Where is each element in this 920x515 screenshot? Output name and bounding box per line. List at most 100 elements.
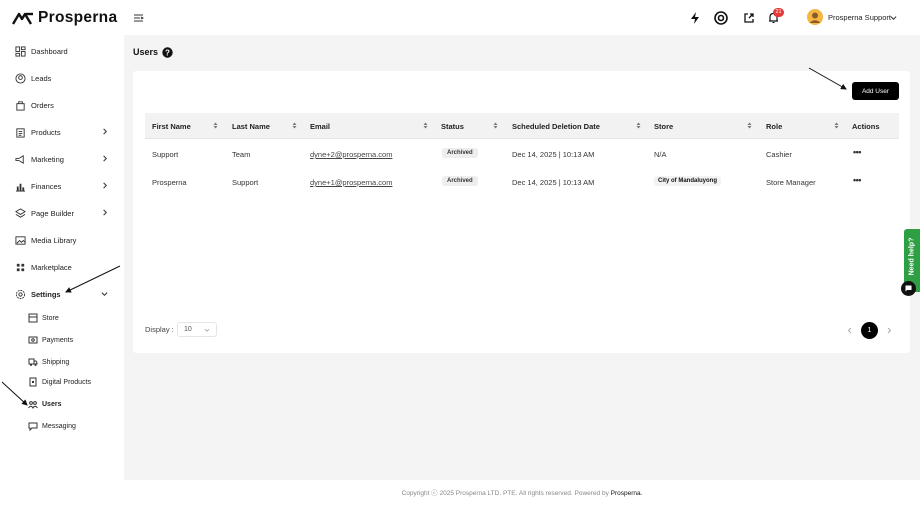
sidebar-subitem-label: Shipping	[42, 358, 70, 366]
users-group-icon	[28, 401, 38, 409]
cell-last-name: Support	[232, 178, 259, 187]
chevron-right-icon	[103, 155, 107, 162]
image-icon	[15, 235, 26, 245]
bar-chart-icon	[15, 183, 26, 192]
sidebar-item-label: Leads	[31, 73, 52, 83]
footer-copyright: Copyright ⓒ 2025 Prosperna LTD. PTE. All…	[401, 490, 611, 497]
sidebar-item-media-library[interactable]: Media Library	[15, 233, 76, 247]
column-header-store[interactable]: Store	[654, 122, 673, 131]
cell-first-name: Support	[152, 150, 179, 159]
user-circle-icon	[15, 72, 26, 84]
column-header-status[interactable]: Status	[441, 122, 464, 131]
sidebar-item-label: Marketplace	[31, 262, 72, 272]
lightning-icon[interactable]	[690, 12, 700, 24]
clipboard-icon	[16, 127, 25, 138]
column-header-actions: Actions	[852, 122, 880, 131]
store-badge: City of Mandaluyong	[654, 176, 721, 186]
chevron-right-icon[interactable]	[887, 327, 892, 334]
cell-email-link[interactable]: dyne+1@prosperna.com	[310, 178, 392, 187]
user-name[interactable]: Prosperna Support	[828, 13, 891, 22]
sidebar-item-products[interactable]: Products	[15, 125, 107, 139]
column-header-first-name[interactable]: First Name	[152, 122, 191, 131]
sidebar-subitem-digital-products[interactable]: Digital Products	[28, 376, 91, 388]
sort-icon[interactable]	[493, 122, 498, 129]
sidebar-item-label: Marketing	[31, 154, 64, 164]
chevron-down-icon	[101, 292, 108, 296]
shopping-bag-icon	[16, 100, 25, 111]
cell-role: Cashier	[766, 150, 792, 159]
status-badge: Archived	[442, 148, 478, 158]
layers-icon	[15, 207, 26, 218]
chat-button[interactable]	[901, 281, 916, 296]
sidebar-subitem-shipping[interactable]: Shipping	[28, 356, 69, 368]
column-header-scheduled-deletion-date[interactable]: Scheduled Deletion Date	[512, 122, 600, 131]
brand-name: Prosperna	[38, 9, 118, 26]
sort-icon[interactable]	[292, 122, 297, 129]
menu-toggle-icon[interactable]	[133, 13, 144, 23]
brand-logo[interactable]: Prosperna	[12, 9, 117, 27]
add-user-button[interactable]: Add User	[852, 82, 899, 100]
chevron-right-icon	[103, 209, 107, 216]
sidebar-item-dashboard[interactable]: Dashboard	[15, 44, 68, 58]
page-title: Users	[133, 47, 159, 57]
cell-email-link[interactable]: dyne+2@prosperna.com	[310, 150, 392, 159]
sidebar-item-marketplace[interactable]: Marketplace	[15, 260, 72, 274]
sidebar-subitem-payments[interactable]: Payments	[28, 334, 73, 346]
footer-brand-link[interactable]: Prosperna.	[611, 490, 643, 497]
help-question-icon[interactable]: ?	[162, 47, 173, 58]
sidebar-item-marketing[interactable]: Marketing	[15, 152, 107, 166]
sidebar-subitem-store[interactable]: Store	[28, 312, 59, 324]
sidebar-item-label: Page Builder	[31, 208, 74, 218]
cell-first-name: Prosperna	[152, 178, 187, 187]
column-header-email[interactable]: Email	[310, 122, 330, 131]
display-label: Display :	[145, 325, 174, 334]
chevron-right-icon	[103, 128, 107, 135]
notification-badge: 21	[773, 8, 784, 17]
sidebar-item-page-builder[interactable]: Page Builder	[15, 206, 107, 220]
sidebar-item-orders[interactable]: Orders	[15, 98, 54, 112]
external-link-icon[interactable]	[743, 12, 755, 24]
sidebar-subitem-label: Store	[42, 314, 59, 322]
dashboard-icon	[15, 45, 26, 57]
need-help-label: Need help?	[908, 237, 916, 276]
sidebar-item-label: Finances	[31, 181, 62, 191]
cell-store: N/A	[654, 150, 667, 159]
chevron-left-icon[interactable]	[847, 327, 852, 334]
sidebar-item-label: Settings	[31, 289, 61, 299]
footer: Copyright ⓒ 2025 Prosperna LTD. PTE. All…	[124, 480, 920, 515]
chevron-down-icon[interactable]	[890, 14, 897, 21]
sort-icon[interactable]	[423, 122, 428, 129]
sidebar-subitem-label: Payments	[42, 336, 74, 344]
sidebar-subitem-messaging[interactable]: Messaging	[28, 420, 76, 432]
sort-icon[interactable]	[636, 122, 641, 129]
svg-text:?: ?	[165, 48, 170, 57]
page-button-current[interactable]: 1	[861, 322, 878, 339]
sidebar-subitem-label: Messaging	[42, 422, 76, 430]
sidebar-item-label: Orders	[31, 100, 54, 110]
status-badge: Archived	[442, 176, 478, 186]
sidebar-subitem-users[interactable]: Users	[28, 398, 61, 410]
top-header: 21 Prosperna Support	[124, 0, 920, 35]
wallet-icon	[28, 336, 38, 344]
avatar[interactable]	[807, 9, 823, 25]
digital-file-icon	[29, 377, 37, 387]
per-page-select[interactable]: 10	[177, 322, 217, 337]
column-header-role[interactable]: Role	[766, 122, 782, 131]
chevron-right-icon	[103, 182, 107, 189]
target-icon[interactable]	[714, 11, 728, 25]
more-actions-icon[interactable]: •••	[853, 175, 861, 185]
truck-icon	[28, 358, 38, 366]
column-header-last-name[interactable]: Last Name	[232, 122, 270, 131]
sort-icon[interactable]	[834, 122, 839, 129]
sort-icon[interactable]	[213, 122, 218, 129]
sort-icon[interactable]	[747, 122, 752, 129]
cell-deletion-date: Dec 14, 2025 | 10:13 AM	[512, 150, 595, 159]
prosperna-logo-icon	[12, 12, 33, 25]
sidebar-item-finances[interactable]: Finances	[15, 179, 107, 193]
sidebar-item-settings[interactable]: Settings	[15, 287, 108, 301]
sidebar-item-label: Products	[31, 127, 61, 137]
apps-grid-icon	[16, 263, 25, 271]
cell-deletion-date: Dec 14, 2025 | 10:13 AM	[512, 178, 595, 187]
more-actions-icon[interactable]: •••	[853, 147, 861, 157]
sidebar-item-leads[interactable]: Leads	[15, 71, 51, 85]
